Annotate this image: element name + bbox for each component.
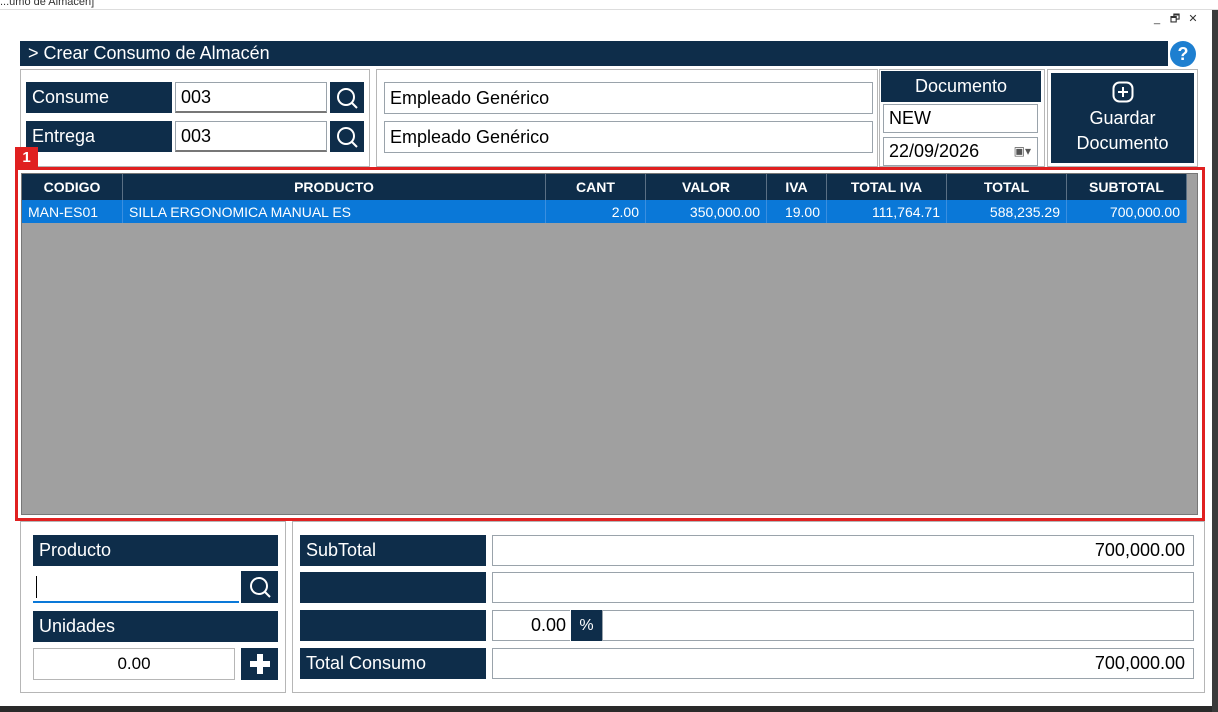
entrega-search-button[interactable]: [330, 121, 364, 152]
restore-icon[interactable]: 🗗: [1168, 12, 1182, 26]
plus-icon: [249, 654, 270, 674]
window-right-edge: [1212, 10, 1218, 712]
column-header-valor[interactable]: VALOR: [645, 174, 767, 200]
search-icon: [249, 577, 271, 598]
subtotal-value: 700,000.00: [492, 535, 1194, 566]
mdi-controls: _ 🗗 ✕: [1150, 12, 1214, 28]
save-button-label-line2: Documento: [1076, 132, 1169, 153]
grid-marker-badge: 1: [15, 147, 38, 168]
column-header-cant[interactable]: CANT: [545, 174, 646, 200]
products-table: CODIGO PRODUCTO CANT VALOR IVA TOTAL IVA…: [22, 174, 1187, 223]
page-title: > Crear Consumo de Almacén: [28, 43, 270, 63]
entrega-name-field: Empleado Genérico: [384, 121, 873, 153]
cell-valor: 350,000.00: [645, 200, 767, 223]
text-caret: [36, 576, 37, 598]
cell-total: 588,235.29: [946, 200, 1067, 223]
cell-codigo: MAN-ES01: [22, 200, 123, 223]
save-button-label-line1: Guardar: [1089, 107, 1156, 128]
column-header-total[interactable]: TOTAL: [946, 174, 1067, 200]
close-icon[interactable]: ✕: [1186, 12, 1200, 26]
search-icon: [337, 87, 358, 109]
column-header-iva[interactable]: IVA: [766, 174, 827, 200]
unidades-input[interactable]: 0.00: [33, 648, 235, 680]
documento-label: Documento: [881, 71, 1041, 102]
help-icon[interactable]: ?: [1170, 41, 1196, 67]
percent-label: %: [571, 610, 602, 641]
totals-row3-label: [300, 610, 486, 641]
discount-amount-field: [602, 610, 1194, 641]
date-value: 22/09/2026: [889, 141, 980, 161]
grid-header-row: CODIGO PRODUCTO CANT VALOR IVA TOTAL IVA…: [22, 174, 1187, 200]
minimize-icon[interactable]: _: [1150, 12, 1164, 26]
total-consumo-label: Total Consumo: [300, 648, 486, 679]
total-consumo-value: 700,000.00: [492, 648, 1194, 679]
cell-total-iva: 111,764.71: [826, 200, 947, 223]
add-product-button[interactable]: [241, 648, 278, 680]
date-picker[interactable]: 22/09/2026 ▣▾: [883, 137, 1038, 166]
column-header-codigo[interactable]: CODIGO: [22, 174, 123, 200]
consume-search-button[interactable]: [330, 82, 364, 113]
cell-subtotal: 700,000.00: [1066, 200, 1187, 223]
totals-row2-label: [300, 572, 486, 603]
calendar-dropdown-icon[interactable]: ▣▾: [1014, 144, 1031, 158]
subtotal-label: SubTotal: [300, 535, 486, 566]
cell-iva: 19.00: [766, 200, 827, 223]
cell-producto: SILLA ERGONOMICA MANUAL ES: [122, 200, 546, 223]
page-title-bar: > Crear Consumo de Almacén: [20, 41, 1168, 66]
table-row[interactable]: MAN-ES01 SILLA ERGONOMICA MANUAL ES 2.00…: [22, 200, 1187, 223]
add-icon: [1112, 81, 1133, 102]
consume-label: Consume: [26, 82, 172, 113]
consume-name-field: Empleado Genérico: [384, 82, 873, 114]
producto-label: Producto: [33, 535, 278, 566]
entrega-label: Entrega: [26, 121, 172, 152]
documento-number-field: NEW: [883, 104, 1038, 133]
window-titlebar: ...umo de Almacén]: [0, 0, 1218, 10]
column-header-total-iva[interactable]: TOTAL IVA: [826, 174, 947, 200]
cell-cant: 2.00: [545, 200, 646, 223]
column-header-producto[interactable]: PRODUCTO: [122, 174, 546, 200]
products-grid[interactable]: CODIGO PRODUCTO CANT VALOR IVA TOTAL IVA…: [21, 173, 1198, 515]
totals-row2-value: [492, 572, 1194, 603]
column-header-subtotal[interactable]: SUBTOTAL: [1066, 174, 1187, 200]
window-title: ...umo de Almacén]: [0, 0, 95, 8]
window-bottom-edge: [0, 706, 1218, 712]
search-icon: [337, 126, 358, 148]
discount-input[interactable]: 0.00: [492, 610, 570, 641]
unidades-label: Unidades: [33, 611, 278, 642]
save-document-button[interactable]: Guardar Documento: [1051, 73, 1194, 163]
producto-search-input[interactable]: [33, 571, 239, 603]
consume-code-input[interactable]: 003: [175, 82, 327, 113]
entrega-code-input[interactable]: 003: [175, 121, 327, 152]
producto-search-button[interactable]: [241, 571, 278, 603]
